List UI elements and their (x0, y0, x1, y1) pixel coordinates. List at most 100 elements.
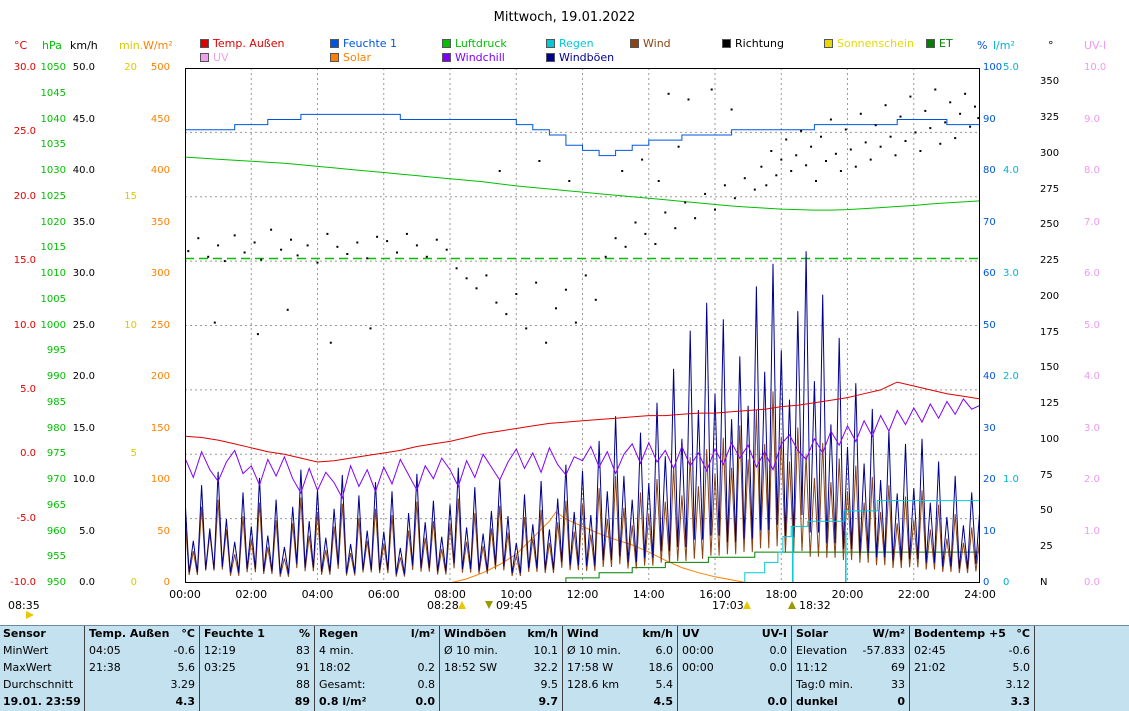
cell-left-text: 21:38 (89, 660, 121, 677)
series-Richtung (330, 342, 332, 344)
series-Richtung (336, 246, 338, 248)
axis-tick-pressure: 1015 (26, 243, 66, 253)
series-Richtung (704, 193, 706, 195)
table-cell-Windböen: 18:52 SW32.2 (440, 660, 563, 677)
axis-tick-pressure: 955 (26, 552, 66, 562)
legend-item: Temp. Außen (200, 38, 284, 49)
cell-left-text: 128.6 km (567, 677, 619, 694)
legend-swatch-icon (546, 53, 555, 62)
axis-tick-wind_kmh: 45.0 (55, 115, 95, 125)
legend-label: Luftdruck (455, 37, 507, 50)
axis-tick-temp: 5.0 (2, 385, 36, 395)
table-cell-UV: 00:000.0 (678, 643, 792, 660)
series-Richtung (605, 256, 607, 258)
series-Richtung (711, 89, 713, 91)
axis-tick-direction: 75 (1040, 471, 1070, 481)
table-cell-Solar: SolarW/m² (792, 626, 910, 643)
cell-left-text: Wind (567, 626, 599, 643)
table-row-label: 19.01. 23:59 (0, 694, 85, 711)
cell-value: km/h (527, 626, 558, 643)
axis-tick-rain: 0 (1003, 578, 1033, 588)
x-axis-tick-label: 22:00 (892, 588, 936, 601)
series-Richtung (684, 202, 686, 204)
series-Richtung (795, 154, 797, 156)
axis-unit-direction: ° (1048, 40, 1054, 52)
legend-swatch-icon (442, 53, 451, 62)
axis-tick-uv: 9.0 (1084, 115, 1120, 125)
cell-value: 9.5 (541, 677, 559, 694)
series-Richtung (714, 209, 716, 211)
legend-label: UV (213, 51, 229, 64)
cell-left-text: 0.8 l/m² (319, 694, 366, 711)
series-Richtung (919, 150, 921, 152)
series-Richtung (575, 322, 577, 324)
series-Richtung (959, 113, 961, 115)
series-Richtung (800, 130, 802, 132)
series-Richtung (900, 116, 902, 118)
series-Richtung (658, 180, 660, 182)
table-cell-UV: 0.0 (678, 694, 792, 711)
series-Richtung (974, 106, 976, 108)
axis-tick-humidity: 50 (983, 321, 1013, 331)
cell-left-text: Gesamt: (319, 677, 366, 694)
cell-value: 5.0 (1013, 660, 1031, 677)
table-cell-Windböen: 9.5 (440, 677, 563, 694)
cell-value: 4.5 (654, 694, 674, 711)
axis-tick-humidity: 10 (983, 527, 1013, 537)
table-row: SensorTemp. Außen°CFeuchte 1%Regenl/m²Wi… (0, 626, 1129, 643)
axis-tick-direction: 200 (1040, 292, 1070, 302)
table-cell-Bodentemp +5: 3.3 (910, 694, 1035, 711)
axis-tick-wind_kmh: 5.0 (55, 527, 95, 537)
series-Richtung (370, 327, 372, 329)
cell-value: 88 (296, 677, 310, 694)
cell-left-text: 21:02 (914, 660, 946, 677)
down-triangle-icon (485, 601, 493, 609)
cell-left-text: Ø 10 min. (444, 643, 498, 660)
axis-tick-uv: 2.0 (1084, 475, 1120, 485)
cell-left-text: 03:25 (204, 660, 236, 677)
series-Richtung (568, 180, 570, 182)
table-cell-Bodentemp +5: Bodentemp +5°C (910, 626, 1035, 643)
axis-tick-wind_kmh: 25.0 (55, 321, 95, 331)
axis-tick-solar: 300 (130, 269, 170, 279)
cell-value: -0.6 (174, 643, 195, 660)
table-cell-Wind: 128.6 km5.4 (563, 677, 678, 694)
series-Richtung (280, 249, 282, 251)
table-cell-Feuchte 1: 88 (200, 677, 315, 694)
legend-item: Windchill (442, 52, 505, 63)
table-filler (1035, 660, 1129, 677)
series-Richtung (744, 177, 746, 179)
axis-tick-humidity: 30 (983, 424, 1013, 434)
series-Richtung (678, 146, 680, 148)
cell-value: 32.2 (534, 660, 559, 677)
cell-value: l/m² (411, 626, 435, 643)
legend-item: UV (200, 52, 229, 63)
table-row: Durchschnitt3.2988Gesamt:0.89.5128.6 km5… (0, 677, 1129, 694)
sun-marker-time: 08:28 (427, 599, 459, 612)
cell-value: 83 (296, 643, 310, 660)
series-Richtung (585, 274, 587, 276)
cell-left-text: 00:00 (682, 643, 714, 660)
series-Richtung (396, 252, 398, 254)
legend-item: Regen (546, 38, 594, 49)
axis-tick-solar: 450 (130, 115, 170, 125)
axis-tick-solar: 50 (130, 527, 170, 537)
table-cell-Bodentemp +5: 02:45-0.6 (910, 643, 1035, 660)
legend-label: Feuchte 1 (343, 37, 397, 50)
series-Richtung (905, 140, 907, 142)
series-Richtung (621, 170, 623, 172)
axis-tick-pressure: 1005 (26, 295, 66, 305)
axis-tick-uv: 6.0 (1084, 269, 1120, 279)
weather-day-graph-window: Mittwoch, 19.01.2022 SensorTemp. Außen°C… (0, 0, 1129, 711)
table-cell-Regen: 0.8 l/m²0.0 (315, 694, 440, 711)
axis-unit-wind_kmh: km/h (70, 40, 98, 52)
axis-tick-pressure: 1035 (26, 140, 66, 150)
table-filler (1035, 677, 1129, 694)
table-cell-Feuchte 1: Feuchte 1% (200, 626, 315, 643)
table-cell-UV (678, 677, 792, 694)
right-triangle-icon (26, 611, 34, 619)
table-cell-UV: UVUV-I (678, 626, 792, 643)
series-Richtung (895, 154, 897, 156)
table-cell-Solar: Elevation-57.833 (792, 643, 910, 660)
series-Richtung (850, 149, 852, 151)
